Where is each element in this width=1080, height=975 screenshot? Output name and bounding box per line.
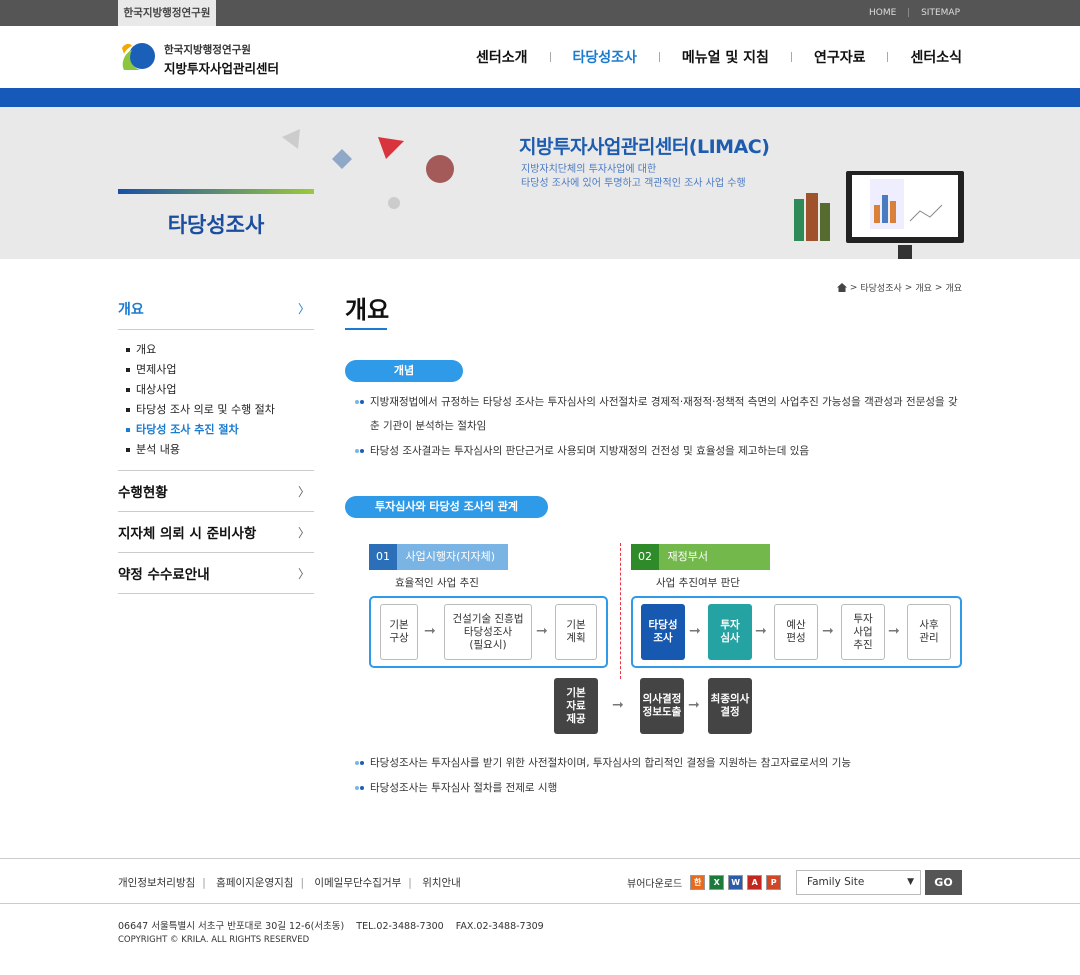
footer-email-link[interactable]: 이메일무단수집거부 (314, 877, 401, 889)
logo-icon (122, 43, 155, 70)
breadcrumb: > 타당성조사 > 개요 > 개요 (836, 281, 962, 294)
section-label-concept: 개념 (345, 360, 463, 382)
nav-submenu-bar (0, 88, 1080, 107)
main-nav: 센터소개 타당성조사 메뉴얼 및 지침 연구자료 센터소식 (454, 26, 962, 88)
page-title: 개요 (345, 296, 390, 324)
title-underline (345, 328, 387, 330)
step-label-finance: 02 재정부서 (631, 544, 770, 570)
arrow-right-icon: ➞ (822, 623, 834, 639)
nav-news[interactable]: 센터소식 (888, 47, 962, 67)
chevron-right-icon: 〉 (297, 302, 310, 316)
step-project: 투자 사업 추진 (841, 604, 885, 660)
nav-manuals[interactable]: 메뉴얼 및 지침 (660, 47, 791, 67)
footer-copyright: COPYRIGHT © KRILA. ALL RIGHTS RESERVED (118, 935, 310, 945)
side-group-status[interactable]: 수행현황 〉 (118, 471, 314, 512)
side-nav-current[interactable]: 개요 〉 (118, 288, 314, 330)
banner-gradient-line (118, 189, 314, 194)
step-final-decision: 최종의사 결정 (708, 678, 752, 734)
footer-bar: 개인정보처리방침 | 홈페이지운영지침 | 이메일무단수집거부 | 위치안내 뷰어다운… (0, 858, 1080, 904)
hwp-viewer-icon[interactable]: 한 (690, 875, 706, 890)
chevron-right-icon: 〉 (297, 484, 310, 499)
step-sub-implementer: 효율적인 사업 추진 (395, 577, 479, 589)
go-button[interactable]: GO (925, 870, 962, 895)
side-nav-submenu: 개요 면제사업 대상사업 타당성 조사 의로 및 수행 절차 타당성 조사 추진… (118, 330, 314, 471)
ppt-viewer-icon[interactable]: P (766, 875, 782, 890)
home-link[interactable]: HOME (869, 8, 896, 18)
step-provide-data: 기본 자료 제공 (554, 678, 598, 734)
bullet-item: 타당성조사는 투자심사 절차를 전제로 시행 (355, 776, 965, 800)
step-post-manage: 사후 관리 (907, 604, 951, 660)
step-basic-design: 기본 계획 (555, 604, 597, 660)
chevron-right-icon: 〉 (297, 566, 310, 581)
org-tab[interactable]: 한국지방행정연구원 (118, 0, 216, 26)
side-item-request-procedure[interactable]: 타당성 조사 의로 및 수행 절차 (126, 400, 314, 420)
section-title: 타당성조사 (167, 213, 265, 237)
step-basic-plan: 기본 구상 (380, 604, 418, 660)
side-item-progress-procedure[interactable]: 타당성 조사 추진 절차 (126, 420, 314, 440)
footer-policy-link[interactable]: 홈페이지운영지침 (216, 877, 293, 889)
banner-desc: 지방자치단체의 투자사업에 대한 타당성 조사에 있어 투명하고 객관적인 조사… (521, 164, 746, 189)
chevron-down-icon: ▼ (907, 877, 914, 887)
bullet-icon (355, 400, 364, 404)
pdf-viewer-icon[interactable]: A (747, 875, 763, 890)
utility-links: HOME | SITEMAP (868, 8, 960, 18)
arrow-right-icon: ➞ (755, 623, 767, 639)
footer-privacy-link[interactable]: 개인정보처리방침 (118, 877, 195, 889)
footer-location-link[interactable]: 위치안내 (422, 877, 461, 889)
bullet-item: 지방재정법에서 규정하는 타당성 조사는 투자심사의 사전절차로 경제적·재정적… (355, 390, 965, 438)
nav-feasibility[interactable]: 타당성조사 (551, 47, 659, 67)
side-item-analysis[interactable]: 분석 내용 (126, 440, 314, 460)
logo-center-name: 지방투자사업관리센터 (164, 61, 280, 76)
footer-links: 개인정보처리방침 | 홈페이지운영지침 | 이메일무단수집거부 | 위치안내 (118, 877, 461, 889)
arrow-right-icon: ➞ (424, 623, 436, 639)
breadcrumb-item[interactable]: 타당성조사 (860, 281, 901, 294)
chevron-right-icon: 〉 (297, 525, 310, 540)
step-feasibility: 타당성 조사 (641, 604, 685, 660)
header: 한국지방행정연구원 지방투자사업관리센터 센터소개 타당성조사 메뉴얼 및 지침… (0, 26, 1080, 88)
side-group-preparation[interactable]: 지자체 의뢰 시 준비사항 〉 (118, 512, 314, 553)
arrow-right-icon: ➞ (689, 623, 701, 639)
divider-dashed (620, 543, 621, 679)
banner-heading: 지방투자사업관리센터(LIMAC) (519, 136, 770, 158)
sitemap-link[interactable]: SITEMAP (921, 8, 960, 18)
bullet-item: 타당성조사는 투자심사를 받기 위한 사전절차이며, 투자심사의 합리적인 결정… (355, 751, 965, 775)
side-item-overview[interactable]: 개요 (126, 340, 314, 360)
arrow-right-icon: ➞ (536, 623, 548, 639)
step-construction-feasibility: 건설기술 진흥법 타당성조사 (필요시) (444, 604, 532, 660)
arrow-right-icon: ➞ (612, 697, 624, 713)
footer-address: 06647 서울특별시 서초구 반포대로 30길 12-6(서초동) TEL.0… (118, 921, 544, 932)
side-nav: 개요 〉 개요 면제사업 대상사업 타당성 조사 의로 및 수행 절차 타당성 조… (118, 288, 314, 594)
side-item-exempt[interactable]: 면제사업 (126, 360, 314, 380)
step-label-implementer: 01 사업시행자(지자체) (369, 544, 508, 570)
bullet-icon (355, 449, 364, 453)
excel-viewer-icon[interactable]: X (709, 875, 725, 890)
site-logo[interactable]: 한국지방행정연구원 지방투자사업관리센터 (118, 38, 288, 78)
bullet-icon (355, 786, 364, 790)
step-sub-finance: 사업 추진여부 판단 (656, 577, 740, 589)
nav-center-intro[interactable]: 센터소개 (454, 47, 550, 67)
word-viewer-icon[interactable]: W (728, 875, 744, 890)
bullet-icon (355, 761, 364, 765)
bullet-item: 타당성 조사결과는 투자심사의 판단근거로 사용되며 지방재정의 건전성 및 효… (355, 439, 965, 463)
home-icon[interactable] (836, 283, 847, 292)
top-utility-bar: 한국지방행정연구원 HOME | SITEMAP (0, 0, 1080, 26)
viewer-label: 뷰어다운로드 (627, 879, 683, 890)
family-site-select[interactable]: Family Site ▼ (796, 870, 921, 895)
nav-research[interactable]: 연구자료 (792, 47, 888, 67)
logo-org-name: 한국지방행정연구원 (164, 44, 251, 56)
arrow-right-icon: ➞ (888, 623, 900, 639)
sub-visual-banner: 지방투자사업관리센터(LIMAC) 지방자치단체의 투자사업에 대한 타당성 조… (0, 107, 1080, 259)
side-group-fee[interactable]: 약정 수수료안내 〉 (118, 553, 314, 594)
arrow-right-icon: ➞ (688, 697, 700, 713)
section-label-relation: 투자심사와 타당성 조사의 관계 (345, 496, 548, 518)
monitor-books-illustration (794, 171, 964, 259)
side-item-target[interactable]: 대상사업 (126, 380, 314, 400)
viewer-download: 뷰어다운로드 한 X W A P (627, 875, 782, 890)
step-investment-review: 투자 심사 (708, 604, 752, 660)
breadcrumb-item: 개요 (945, 284, 962, 294)
step-decision-info: 의사결정 정보도출 (640, 678, 684, 734)
breadcrumb-item[interactable]: 개요 (915, 281, 932, 294)
step-budget: 예산 편성 (774, 604, 818, 660)
